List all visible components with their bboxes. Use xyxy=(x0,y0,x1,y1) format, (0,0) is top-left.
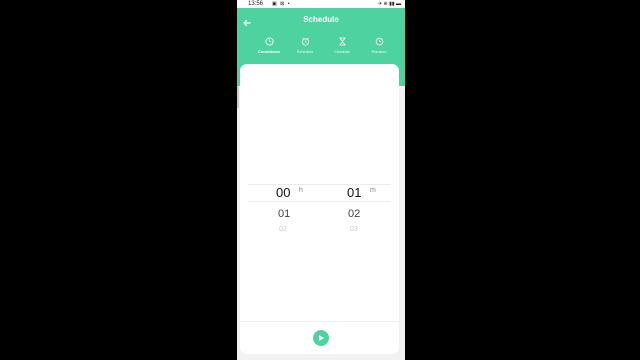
hourglass-icon xyxy=(338,37,346,46)
alarm-icon xyxy=(301,37,309,46)
tab-circulate-label: Circulate xyxy=(334,49,350,54)
status-bar: 13:56 ▣ ⊠ • ✈ ⊕ ▮▮ ▬ xyxy=(237,0,405,8)
minute-selected: 01 xyxy=(347,185,362,200)
picker-divider-top xyxy=(248,184,391,185)
minute-next: 02 xyxy=(348,208,361,220)
footer-divider xyxy=(240,321,399,322)
tab-schedule[interactable]: Schedule xyxy=(287,37,323,54)
tab-countdown[interactable]: Countdown xyxy=(251,37,287,54)
picker-divider-bottom xyxy=(248,201,391,202)
start-button[interactable] xyxy=(313,330,329,346)
hour-next2: 02 xyxy=(279,226,287,233)
mode-tabs: Countdown Schedule Circulate Random xyxy=(251,37,397,61)
tab-schedule-label: Schedule xyxy=(296,49,314,54)
tab-random-label: Random xyxy=(371,49,387,54)
hour-selected: 00 xyxy=(276,185,291,200)
hour-next: 01 xyxy=(278,208,291,220)
clock-icon xyxy=(375,37,383,46)
minute-unit: m xyxy=(370,187,376,194)
play-icon xyxy=(319,335,324,341)
status-notification-icons: ▣ ⊠ • xyxy=(272,1,291,7)
status-system-icons: ✈ ⊕ ▮▮ ▬ xyxy=(377,1,401,7)
minute-next2: 03 xyxy=(350,226,358,233)
phone-screen: 13:56 ▣ ⊠ • ✈ ⊕ ▮▮ ▬ Schedule Countdown xyxy=(237,0,405,360)
tab-countdown-label: Countdown xyxy=(258,49,280,54)
tab-circulate[interactable]: Circulate xyxy=(324,37,360,54)
timer-icon xyxy=(264,37,274,46)
timer-card: 00 h 01 02 01 m 02 03 xyxy=(240,64,399,354)
hour-unit: h xyxy=(299,187,303,194)
scroll-indicator[interactable] xyxy=(237,86,239,108)
tab-random[interactable]: Random xyxy=(361,37,397,54)
status-time: 13:56 xyxy=(248,1,264,7)
page-title: Schedule xyxy=(303,15,339,24)
